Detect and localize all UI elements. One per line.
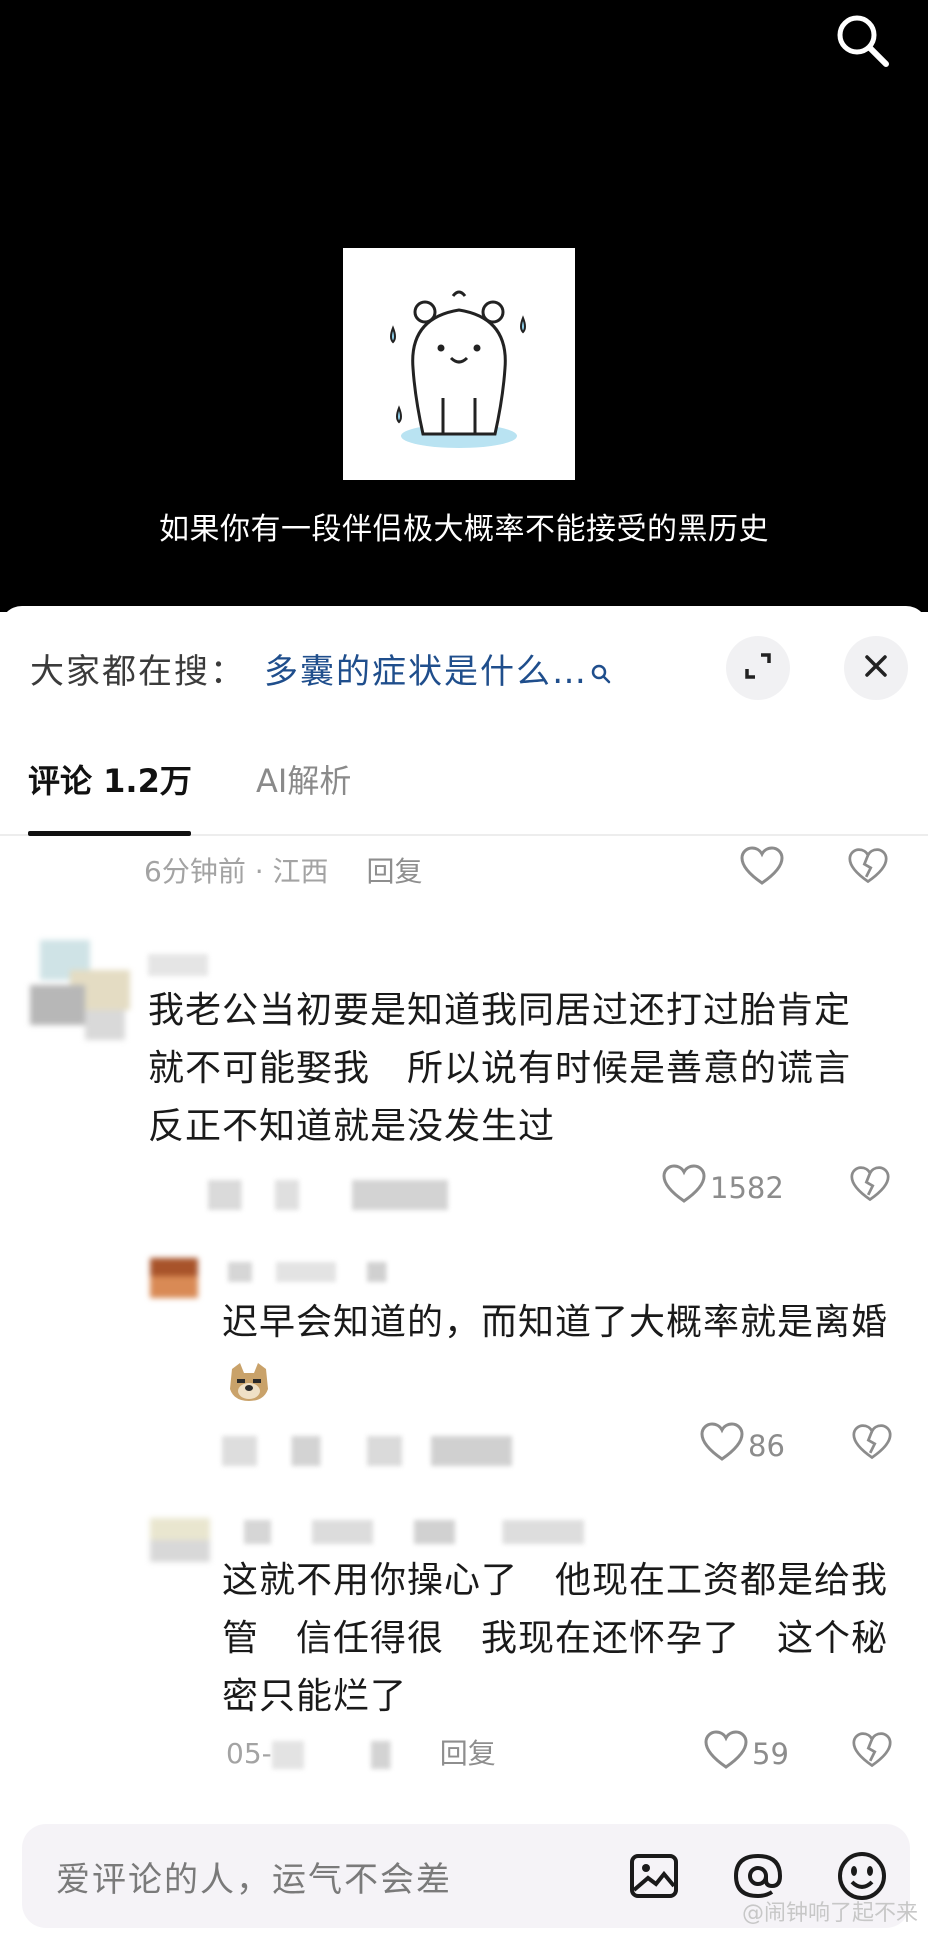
reply-button[interactable]: 回复 [367,855,423,888]
search-small-icon [590,654,612,694]
tab-comments[interactable]: 评论 1.2万 [28,756,192,802]
comment-input[interactable]: 爱评论的人，运气不会差 [56,1852,452,1901]
username[interactable] [228,1262,468,1282]
comment-meta: 05- 回复 [226,1732,496,1772]
doge-emoji-icon [226,1359,272,1405]
dislike-button[interactable] [852,1422,892,1466]
heart-icon [700,1422,744,1469]
video-caption: 如果你有一段伴侣极大概率不能接受的黑历史 [159,512,769,547]
comment-meta [222,1436,512,1466]
username[interactable] [148,954,208,976]
blurred-meta [271,1741,432,1769]
heart-icon [662,1164,706,1211]
avatar[interactable] [150,1258,198,1298]
comment-text: 这就不用你操心了 他现在工资都是给我管 信任得很 我现在还怀孕了 这个秘密只能烂… [222,1560,889,1717]
expand-button[interactable] [726,636,790,700]
comment-text: 我老公当初要是知道我同居过还打过胎肯定就不可能娶我 所以说有时候是善意的谎言 反… [148,990,889,1147]
expand-icon [743,651,773,685]
avatar[interactable] [30,940,130,1040]
comment-tabs: 评论 1.2万 AI解析 [0,746,928,836]
broken-heart-icon [852,1732,892,1774]
avatar[interactable] [150,1518,210,1562]
dislike-button[interactable] [852,1730,892,1774]
comment-date: 05- [226,1737,272,1770]
like-count: 59 [752,1736,789,1771]
broken-heart-icon [852,1424,892,1466]
tab-ai-analysis[interactable]: AI解析 [256,756,351,802]
search-icon[interactable] [832,10,892,70]
dislike-button[interactable] [850,1164,890,1208]
like-button[interactable]: 86 [700,1422,785,1469]
watermark: @闹钟响了起不来 [741,1901,918,1926]
like-count: 1582 [710,1170,784,1205]
video-player[interactable]: 如果你有一段伴侣极大概率不能接受的黑历史 [0,0,928,612]
image-icon[interactable] [624,1846,684,1906]
close-icon [862,652,890,684]
reply-button[interactable]: 回复 [440,1737,496,1770]
broken-heart-icon [848,848,888,890]
username[interactable] [244,1520,584,1544]
comment-meta [208,1180,448,1210]
comment-meta: 6分钟前 · 江西 回复 [144,850,423,890]
reply-text: 迟早会知道的，而知道了大概率就是离婚 [222,1302,889,1343]
close-button[interactable] [844,636,908,700]
dislike-button[interactable] [848,846,888,890]
like-count: 86 [748,1428,785,1463]
like-button[interactable]: 1582 [662,1164,784,1211]
comment-time-location: 6分钟前 · 江西 [144,855,329,888]
heart-icon [740,846,784,893]
broken-heart-icon [850,1166,890,1208]
sweating-bear-sticker [343,248,575,480]
trending-query-link[interactable]: 多囊的症状是什么… [264,652,588,692]
heart-icon [704,1730,748,1777]
comment-text: 迟早会知道的，而知道了大概率就是离婚 [222,1294,902,1410]
trending-search[interactable]: 大家都在搜： 多囊的症状是什么… [30,644,612,694]
trending-label: 大家都在搜： [30,652,246,692]
like-button[interactable] [740,846,784,893]
tab-underline [28,831,191,836]
like-button[interactable]: 59 [704,1730,789,1777]
